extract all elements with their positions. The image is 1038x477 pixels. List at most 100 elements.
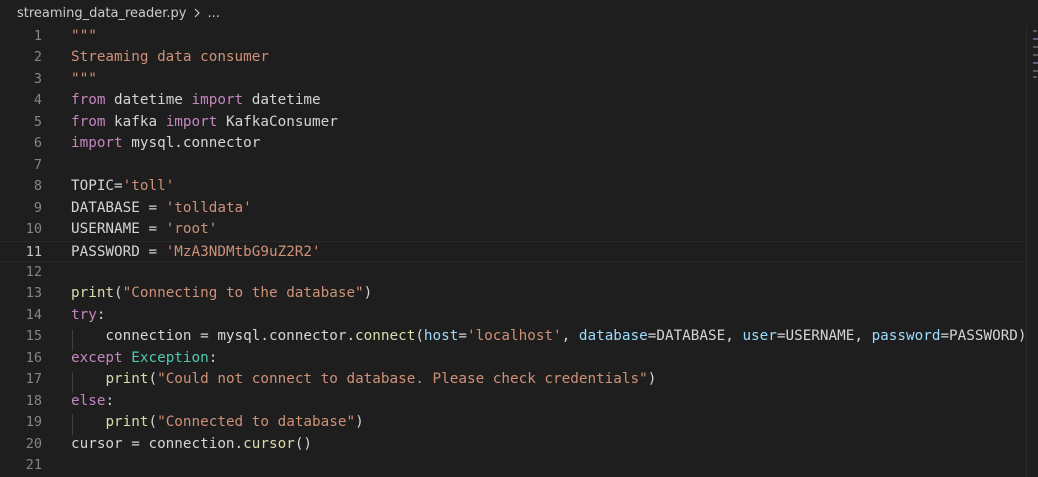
code-token: password — [871, 328, 941, 345]
code-token: import — [191, 92, 244, 109]
code-line[interactable]: 10 USERNAME = 'root' — [0, 219, 1026, 240]
code-line[interactable]: 13 print("Connecting to the database") — [0, 283, 1026, 304]
line-number: 3 — [33, 70, 42, 87]
code-line[interactable]: 19 print("Connected to database") — [0, 412, 1026, 433]
code-token: 'root' — [165, 221, 218, 238]
code-line[interactable]: 14 try: — [0, 305, 1026, 326]
code-token: "Could not connect to database. Please c… — [157, 371, 648, 388]
code-text: try: — [71, 305, 105, 326]
code-token: import — [165, 113, 218, 130]
code-token: connection = mysql.connector. — [71, 328, 356, 345]
code-text: cursor = connection.cursor() — [71, 434, 312, 455]
code-line[interactable]: 4 from datetime import datetime — [0, 90, 1026, 111]
code-line[interactable]: 20 cursor = connection.cursor() — [0, 434, 1026, 455]
vertical-scrollbar[interactable] — [1026, 26, 1038, 477]
minimap-mark — [1033, 46, 1038, 48]
minimap-mark — [1033, 38, 1038, 40]
code-token: ) — [355, 414, 364, 431]
code-token: mysql.connector — [122, 135, 261, 152]
line-number: 14 — [25, 306, 42, 323]
code-token: user — [742, 328, 777, 345]
code-line[interactable]: 7 — [0, 155, 1026, 176]
line-number: 6 — [33, 135, 42, 152]
code-token: ( — [148, 371, 158, 388]
line-number: 10 — [25, 221, 42, 238]
code-text: print("Connected to database") — [71, 412, 364, 433]
minimap-mark — [1033, 76, 1037, 78]
code-line[interactable]: 18 else: — [0, 391, 1026, 412]
code-token: from — [71, 113, 106, 130]
code-token: : — [208, 349, 218, 366]
line-number: 5 — [33, 113, 42, 130]
code-token: : — [96, 306, 106, 323]
code-text: """ — [71, 69, 97, 90]
code-text: import mysql.connector — [71, 133, 260, 154]
code-token: cursor — [243, 435, 295, 452]
code-token: print — [105, 371, 149, 388]
code-token: = — [458, 328, 467, 345]
code-text: print("Could not connect to database. Pl… — [71, 369, 656, 390]
code-line[interactable]: 16 except Exception: — [0, 348, 1026, 369]
line-number: 19 — [25, 414, 42, 431]
line-number: 4 — [33, 92, 42, 109]
code-line[interactable]: 11 PASSWORD = 'MzA3NDMtbG9uZ2R2' — [0, 240, 1026, 263]
code-line[interactable]: 21 — [0, 455, 1026, 476]
code-token: import — [71, 135, 123, 152]
code-text: Streaming data consumer — [71, 47, 269, 68]
code-token: print — [105, 414, 149, 431]
line-number: 18 — [25, 392, 42, 409]
line-number: 16 — [25, 349, 42, 366]
code-token: connect — [355, 328, 416, 345]
breadcrumb-file[interactable]: streaming_data_reader.py — [17, 6, 186, 21]
breadcrumb-more[interactable]: ... — [207, 6, 219, 21]
code-token: ) — [363, 285, 373, 302]
code-token: "Connected to database" — [157, 414, 356, 431]
code-token: , — [561, 328, 579, 345]
minimap-mark — [1033, 54, 1038, 56]
code-editor[interactable]: 1 """ 2 Streaming data consumer 3 """ 4 from da… — [0, 26, 1026, 477]
code-token: datetime — [105, 92, 192, 109]
code-line[interactable]: 9 DATABASE = 'tolldata' — [0, 198, 1026, 219]
code-token: =DATABASE, — [647, 328, 743, 345]
code-token: except — [71, 349, 123, 366]
code-line[interactable]: 17 print("Could not connect to database.… — [0, 369, 1026, 390]
code-text: from datetime import datetime — [71, 90, 321, 111]
code-line[interactable]: 15 connection = mysql.connector.connect(… — [0, 326, 1026, 347]
code-token: from — [71, 92, 106, 109]
code-line[interactable]: 5 from kafka import KafkaConsumer — [0, 112, 1026, 133]
code-token: """ — [71, 28, 97, 44]
code-line[interactable]: 8 TOPIC='toll' — [0, 176, 1026, 197]
code-line[interactable]: 1 """ — [0, 26, 1026, 47]
code-token: ( — [114, 285, 123, 302]
line-number: 12 — [25, 263, 42, 280]
code-line[interactable]: 2 Streaming data consumer — [0, 47, 1026, 68]
line-number: 21 — [25, 457, 42, 473]
code-text: connection = mysql.connector.connect(hos… — [71, 326, 1026, 347]
line-number: 13 — [25, 285, 42, 302]
line-number: 11 — [25, 243, 42, 260]
code-token: KafkaConsumer — [217, 113, 338, 130]
code-token: 'localhost' — [466, 328, 562, 345]
minimap-mark — [1033, 70, 1038, 72]
code-token: """ — [71, 70, 97, 87]
code-token: host — [423, 328, 459, 345]
code-text: else: — [71, 391, 114, 412]
code-token: database — [578, 328, 648, 345]
code-text: PASSWORD = 'MzA3NDMtbG9uZ2R2' — [71, 242, 321, 263]
code-line[interactable]: 12 — [0, 262, 1026, 283]
code-line[interactable]: 6 import mysql.connector — [0, 133, 1026, 154]
code-text: print("Connecting to the database") — [71, 283, 372, 304]
code-line[interactable]: 3 """ — [0, 69, 1026, 90]
code-token: USERNAME = — [71, 221, 166, 238]
code-token: cursor = connection. — [71, 435, 244, 452]
line-number: 1 — [33, 28, 42, 44]
line-number: 7 — [33, 156, 42, 173]
code-token: Streaming data consumer — [71, 49, 269, 66]
code-text: from kafka import KafkaConsumer — [71, 112, 338, 133]
code-token: =PASSWORD) — [940, 328, 1026, 345]
code-text: TOPIC='toll' — [71, 176, 174, 197]
line-number: 20 — [25, 435, 42, 452]
